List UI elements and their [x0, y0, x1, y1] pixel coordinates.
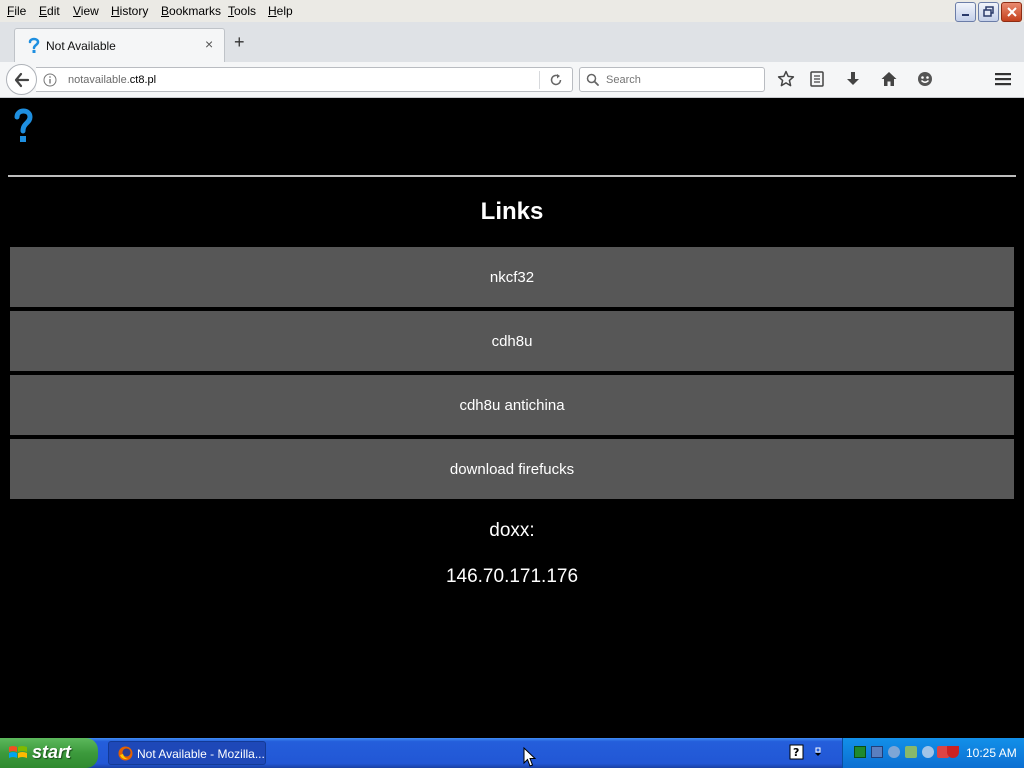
tab-close-icon[interactable]: × — [205, 36, 213, 52]
minimize-button[interactable] — [955, 2, 976, 22]
info-icon[interactable] — [43, 73, 57, 87]
tab-strip: Not Available × + — [0, 22, 1024, 62]
navigation-bar: notavailable.ct8.pl — [0, 62, 1024, 98]
hamburger-menu-icon[interactable] — [994, 70, 1012, 88]
windows-logo-icon — [9, 746, 27, 758]
start-label: start — [32, 742, 72, 762]
web-page: Links nkcf32 cdh8u cdh8u antichina downl… — [0, 99, 1024, 738]
menu-tools[interactable]: Tools — [228, 4, 256, 18]
search-box[interactable] — [579, 67, 765, 92]
search-icon — [586, 73, 599, 86]
smiley-icon[interactable] — [916, 70, 934, 88]
link-cdh8u-antichina[interactable]: cdh8u antichina — [10, 375, 1014, 435]
link-cdh8u[interactable]: cdh8u — [10, 311, 1014, 371]
tray-sync-icon[interactable] — [922, 746, 934, 758]
download-icon[interactable] — [844, 70, 862, 88]
menu-file[interactable]: File — [7, 4, 26, 18]
url-text[interactable]: notavailable.ct8.pl — [68, 74, 156, 86]
question-mark-favicon-icon — [28, 37, 40, 53]
taskbar-item-label: Not Available - Mozilla... — [137, 747, 265, 761]
taskbar: start Not Available - Mozilla... ? 10:25… — [0, 738, 1024, 768]
reading-list-icon[interactable] — [808, 70, 826, 88]
bookmark-star-icon[interactable] — [777, 70, 795, 88]
url-prefix: notavailable. — [68, 74, 130, 86]
back-arrow-icon — [14, 72, 30, 88]
menu-help[interactable]: Help — [268, 4, 293, 18]
system-tray: 10:25 AM — [842, 738, 1024, 768]
restore-icon — [982, 6, 994, 17]
tab-title: Not Available — [46, 39, 116, 53]
mouse-cursor-icon — [523, 747, 537, 767]
horizontal-divider — [8, 175, 1016, 177]
help-icon[interactable]: ? — [789, 744, 829, 762]
new-tab-button[interactable]: + — [234, 32, 245, 53]
doxx-label: doxx: — [489, 520, 535, 541]
restore-button[interactable] — [978, 2, 999, 22]
question-mark-logo-icon — [14, 108, 33, 142]
home-icon[interactable] — [880, 70, 898, 88]
url-bar[interactable]: notavailable.ct8.pl — [36, 67, 573, 92]
menu-view[interactable]: View — [73, 4, 99, 18]
tray-computer-icon[interactable] — [871, 746, 883, 758]
link-download-firefucks[interactable]: download firefucks — [10, 439, 1014, 499]
link-nkcf32[interactable]: nkcf32 — [10, 247, 1014, 307]
firefox-icon — [118, 746, 133, 761]
start-button[interactable]: start — [0, 738, 98, 768]
url-domain: ct8.pl — [129, 74, 157, 86]
minimize-icon — [961, 14, 969, 16]
url-separator — [539, 71, 540, 89]
menu-bookmarks[interactable]: Bookmarks — [161, 4, 221, 18]
menu-bar: File Edit View History Bookmarks Tools H… — [0, 0, 1024, 22]
taskbar-item-firefox[interactable]: Not Available - Mozilla... — [108, 741, 266, 765]
tray-antivirus-icon[interactable] — [947, 746, 959, 758]
menu-history[interactable]: History — [111, 4, 148, 18]
svg-text:?: ? — [793, 746, 799, 759]
close-icon — [1006, 7, 1017, 17]
doxx-ip-address: 146.70.171.176 — [445, 566, 579, 587]
close-window-button[interactable] — [1001, 2, 1022, 22]
tray-network-icon[interactable] — [854, 746, 866, 758]
search-input[interactable] — [604, 71, 754, 89]
tray-security-icon[interactable] — [905, 746, 917, 758]
back-button[interactable] — [6, 64, 37, 95]
menu-edit[interactable]: Edit — [39, 4, 60, 18]
links-heading: Links — [480, 198, 544, 225]
reload-icon[interactable] — [549, 73, 563, 87]
clock: 10:25 AM — [966, 746, 1017, 760]
tab-not-available[interactable]: Not Available × — [14, 28, 225, 62]
tray-shield-icon[interactable] — [888, 746, 900, 758]
